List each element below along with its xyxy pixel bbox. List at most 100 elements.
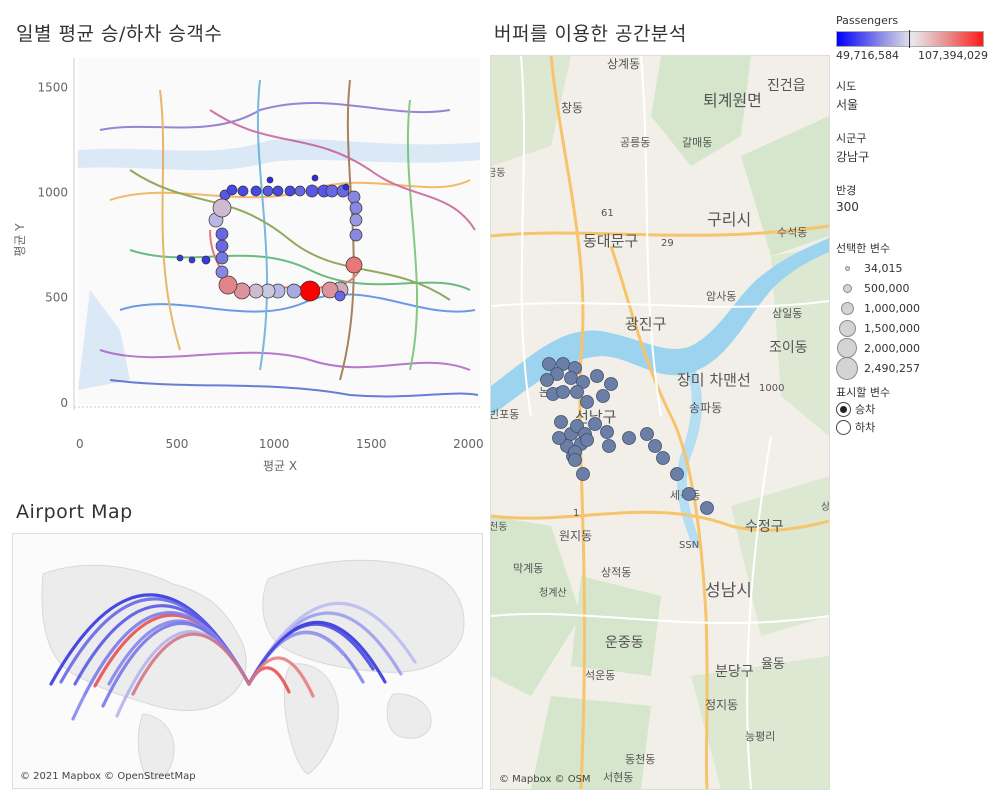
buffer-map-title: 버퍼를 이용한 공간분석 bbox=[494, 23, 687, 45]
airport-map-svg[interactable] bbox=[13, 534, 482, 788]
station-marker[interactable] bbox=[334, 290, 346, 302]
station-marker[interactable] bbox=[286, 283, 302, 299]
display-variable-label: 표시할 변수 bbox=[836, 386, 891, 399]
buffer-station-dot[interactable] bbox=[576, 467, 590, 481]
station-marker[interactable] bbox=[272, 185, 284, 197]
buffer-station-dot[interactable] bbox=[648, 439, 662, 453]
legend-panel: Passengers 49,716,584 107,394,029 시도 서울 … bbox=[836, 14, 996, 436]
passengers-max: 107,394,029 bbox=[918, 49, 988, 62]
station-marker[interactable] bbox=[305, 184, 319, 198]
station-marker[interactable] bbox=[347, 190, 361, 204]
station-marker[interactable] bbox=[325, 184, 339, 198]
buffer-station-dot[interactable] bbox=[570, 385, 584, 399]
map-place-label: 성남시 bbox=[705, 581, 752, 601]
sigungu-value[interactable]: 강남구 bbox=[836, 148, 996, 165]
station-marker[interactable] bbox=[188, 256, 196, 264]
sido-label: 시도 bbox=[836, 80, 857, 93]
buffer-map-svg[interactable]: 상계동진건읍창동 퇴계원면공릉동 갈매동금동 61 동대문구 구리시수석동 29 암사동광진구… bbox=[491, 56, 829, 789]
station-marker[interactable] bbox=[349, 228, 363, 242]
buffer-station-dot[interactable] bbox=[602, 439, 616, 453]
radius-value[interactable]: 300 bbox=[836, 200, 996, 214]
station-marker[interactable] bbox=[266, 176, 274, 184]
size-legend-item: 1,000,000 bbox=[836, 298, 996, 318]
size-legend-item: 34,015 bbox=[836, 258, 996, 278]
station-marker[interactable] bbox=[284, 185, 296, 197]
station-marker[interactable] bbox=[345, 256, 363, 274]
map-place-label: 석운동 bbox=[585, 669, 615, 682]
map-place-label: 분당구 bbox=[715, 664, 754, 680]
map-place-label: 상계동 bbox=[607, 57, 640, 71]
station-marker[interactable] bbox=[248, 283, 264, 299]
map-place-label: 원지동 bbox=[559, 529, 592, 543]
buffer-station-dot[interactable] bbox=[580, 433, 594, 447]
buffer-station-dot[interactable] bbox=[568, 453, 582, 467]
sigungu-label: 시군구 bbox=[836, 132, 867, 145]
buffer-station-dot[interactable] bbox=[552, 431, 566, 445]
buffer-station-dot[interactable] bbox=[554, 415, 568, 429]
station-marker[interactable] bbox=[176, 254, 184, 262]
buffer-station-dot[interactable] bbox=[540, 373, 554, 387]
radio-button[interactable] bbox=[836, 401, 851, 417]
size-legend-value: 34,015 bbox=[864, 261, 903, 275]
buffer-station-dot[interactable] bbox=[600, 425, 614, 439]
map-place-label: 삼일동 bbox=[772, 306, 802, 320]
buffer-station-dot[interactable] bbox=[556, 385, 570, 399]
passengers-legend-title: Passengers bbox=[836, 14, 899, 27]
buffer-station-dot[interactable] bbox=[580, 395, 594, 409]
buffer-station-dot[interactable] bbox=[656, 451, 670, 465]
subway-chart-title: 일별 평균 승/하차 승객수 bbox=[16, 23, 223, 45]
station-marker[interactable] bbox=[349, 213, 363, 227]
station-marker[interactable] bbox=[226, 184, 238, 196]
map-place-label: 수석동 bbox=[777, 226, 807, 239]
size-legend-item: 2,490,257 bbox=[836, 356, 996, 380]
buffer-station-dot[interactable] bbox=[622, 431, 636, 445]
map-place-label: 광진구 bbox=[625, 315, 666, 333]
map-place-label: 퇴계원면 bbox=[703, 91, 762, 110]
radio-option-alighting[interactable]: 하차 bbox=[836, 418, 996, 436]
airport-map[interactable]: © 2021 Mapbox © OpenStreetMap bbox=[12, 533, 483, 789]
station-marker[interactable] bbox=[215, 265, 229, 279]
buffer-station-dot[interactable] bbox=[596, 389, 610, 403]
airport-map-attribution[interactable]: © 2021 Mapbox © OpenStreetMap bbox=[20, 771, 196, 782]
buffer-map[interactable]: 상계동진건읍창동 퇴계원면공릉동 갈매동금동 61 동대문구 구리시수석동 29 암사동광진구… bbox=[490, 55, 830, 790]
buffer-station-dot[interactable] bbox=[700, 501, 714, 515]
station-marker[interactable] bbox=[294, 185, 306, 197]
buffer-station-dot[interactable] bbox=[670, 467, 684, 481]
buffer-station-dot[interactable] bbox=[590, 369, 604, 383]
y-tick-label: 1000 bbox=[37, 186, 68, 200]
buffer-station-dot[interactable] bbox=[682, 487, 696, 501]
station-marker[interactable] bbox=[215, 251, 229, 265]
size-legend-value: 2,000,000 bbox=[864, 341, 920, 355]
station-marker[interactable] bbox=[299, 280, 321, 302]
map-place-label: 상 bbox=[821, 501, 829, 513]
station-marker[interactable] bbox=[262, 185, 274, 197]
subway-chart-svg[interactable]: 0 500 1000 1500 0 500 1000 1500 2000 평균 X 평균 Y bbox=[10, 50, 485, 490]
station-marker[interactable] bbox=[311, 174, 319, 182]
station-marker[interactable] bbox=[237, 185, 249, 197]
radio-button[interactable] bbox=[836, 419, 851, 435]
buffer-station-dot[interactable] bbox=[564, 371, 578, 385]
station-marker[interactable] bbox=[212, 198, 232, 218]
map-place-label: 수정구 bbox=[745, 519, 784, 535]
station-marker[interactable] bbox=[218, 275, 238, 295]
buffer-station-dot[interactable] bbox=[588, 417, 602, 431]
map-place-label: 갈매동 bbox=[682, 135, 712, 149]
station-marker[interactable] bbox=[250, 185, 262, 197]
map-place-label: 진건읍 bbox=[767, 78, 806, 94]
station-marker[interactable] bbox=[201, 255, 211, 265]
size-legend-item: 1,500,000 bbox=[836, 318, 996, 338]
subway-chart[interactable]: 0 500 1000 1500 0 500 1000 1500 2000 평균 X 평균 Y bbox=[10, 50, 485, 490]
buffer-station-dot[interactable] bbox=[640, 427, 654, 441]
y-axis-label: 평균 Y bbox=[13, 223, 27, 257]
buffer-map-attribution[interactable]: © Mapbox © OSM bbox=[499, 774, 591, 785]
buffer-station-dot[interactable] bbox=[604, 377, 618, 391]
station-marker[interactable] bbox=[215, 227, 229, 241]
sido-value[interactable]: 서울 bbox=[836, 96, 996, 113]
map-place-label: 서현동 bbox=[603, 771, 633, 784]
station-marker[interactable] bbox=[349, 201, 363, 215]
radio-option-boarding[interactable]: 승차 bbox=[836, 400, 996, 418]
station-marker[interactable] bbox=[215, 239, 229, 253]
map-place-label: 1 bbox=[573, 508, 579, 519]
map-place-label: 창동 bbox=[561, 101, 583, 115]
station-marker[interactable] bbox=[342, 183, 350, 191]
